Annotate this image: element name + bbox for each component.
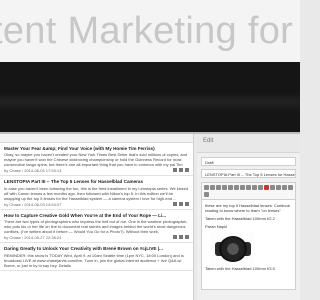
blog-banner: tent Marketing for Agen <box>0 0 300 62</box>
editor-paragraph: these are my top 5 Hasselblad lenses. Co… <box>205 203 290 213</box>
list-header <box>0 134 193 143</box>
number-list-icon[interactable] <box>234 185 239 190</box>
post-meta: by Chase / 2014-06-03 14:54:07 <box>4 201 189 207</box>
view-icon[interactable] <box>179 201 183 206</box>
view-icon[interactable] <box>179 235 183 240</box>
post-byline: by Chase / 2014-06-04 17:53:13 <box>4 168 62 174</box>
editor-toolbar <box>201 182 296 200</box>
view-icon[interactable] <box>179 168 183 173</box>
post-byline: by Chase / 2014-05-27 22:38:24 <box>4 235 62 241</box>
status-field[interactable]: Draft <box>201 157 296 166</box>
quote-icon[interactable] <box>240 185 245 190</box>
header-reflection <box>0 92 300 112</box>
edit-icon[interactable] <box>173 201 177 206</box>
image-icon[interactable] <box>258 185 263 190</box>
bold-icon[interactable] <box>204 185 209 190</box>
post-actions <box>173 201 189 207</box>
align-center-icon[interactable] <box>276 185 281 190</box>
post-body-editor[interactable]: these are my top 5 Hasselblad lenses. Co… <box>201 200 296 290</box>
image-caption: Taken with the Hasselblad 100mm f/2.2 <box>205 216 275 221</box>
post-title[interactable]: Daring Greatly to Unlock Your Creativity… <box>4 246 189 251</box>
italic-icon[interactable] <box>210 185 215 190</box>
delete-icon[interactable] <box>185 168 189 173</box>
post-actions <box>173 235 189 240</box>
link-icon[interactable] <box>246 185 251 190</box>
strikethrough-icon[interactable] <box>222 185 227 190</box>
banner-title: tent Marketing for Agen <box>0 10 300 52</box>
post-excerpt: There are two types of photographers who… <box>4 219 188 235</box>
post-meta: by Chase / 2014-05-27 22:38:24 <box>4 235 189 240</box>
post-meta: by Chase / 2014-06-04 17:53:13 <box>4 168 189 173</box>
list-item[interactable]: How to Capture Creative Gold When You're… <box>0 210 193 244</box>
edit-icon[interactable] <box>173 235 177 240</box>
redo-icon[interactable] <box>204 191 209 197</box>
delete-icon[interactable] <box>185 201 189 206</box>
post-list-panel: Master Your Fear &amp; Find Your Voice (… <box>0 134 194 300</box>
unlink-icon[interactable] <box>252 185 257 190</box>
post-excerpt: REMINDER: this show is TODAY Wed, April … <box>4 252 184 268</box>
post-title[interactable]: LENSTOPIA Part III -- The Top 5 Lenses f… <box>4 179 189 184</box>
list-item[interactable]: LENSTOPIA Part III -- The Top 5 Lenses f… <box>0 176 193 210</box>
lens-glass <box>219 236 247 262</box>
post-actions <box>173 168 189 173</box>
media-icon[interactable] <box>264 185 269 190</box>
edit-icon[interactable] <box>173 168 177 173</box>
list-item[interactable]: Daring Greatly to Unlock Your Creativity… <box>0 243 193 271</box>
dark-header-bar <box>0 62 300 132</box>
undo-icon[interactable] <box>288 185 293 190</box>
edit-panel: Edit Draft LENSTOPIA Part III -- The Top… <box>197 134 300 300</box>
post-excerpt: In case you haven't been following the f… <box>4 185 189 201</box>
delete-icon[interactable] <box>185 235 189 240</box>
image-caption: Taken with the Hasselblad 100mm f/3.5 <box>205 266 275 271</box>
post-title[interactable]: How to Capture Creative Gold When You're… <box>4 213 189 218</box>
post-excerpt: Okay, so maybe you haven't created your … <box>4 152 188 168</box>
align-right-icon[interactable] <box>282 185 287 190</box>
title-field[interactable]: LENSTOPIA Part III -- The Top 5 Lenses f… <box>201 169 296 178</box>
underline-icon[interactable] <box>216 185 221 190</box>
list-item[interactable]: Master Your Fear &amp; Find Your Voice (… <box>0 143 193 177</box>
edit-heading: Edit <box>197 134 300 153</box>
align-left-icon[interactable] <box>270 185 275 190</box>
lens-image[interactable] <box>211 232 255 266</box>
post-title[interactable]: Master Your Fear &amp; Find Your Voice (… <box>4 146 189 151</box>
image-credit: Paran Napkl <box>205 224 228 229</box>
bullet-list-icon[interactable] <box>228 185 233 190</box>
post-byline: by Chase / 2014-06-03 14:54:07 <box>4 201 62 207</box>
